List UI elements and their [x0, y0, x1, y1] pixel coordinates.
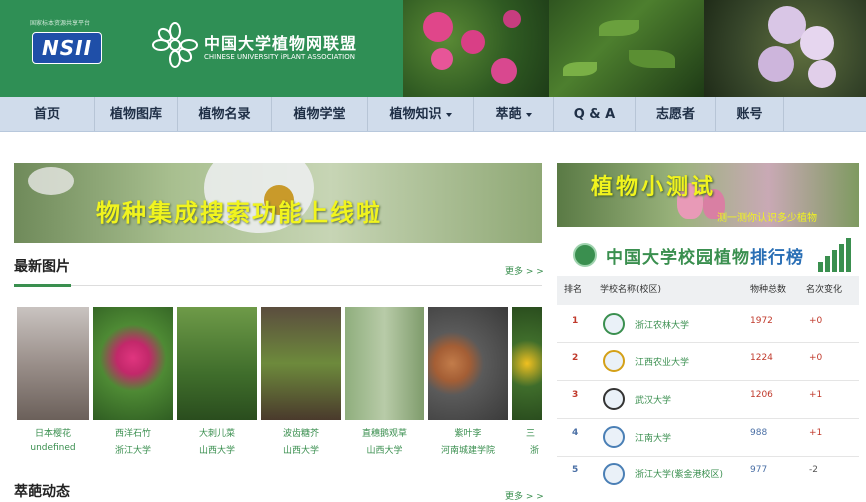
- latest-more-link[interactable]: 更多 > >: [505, 264, 544, 277]
- thumb-name[interactable]: 西洋石竹: [93, 426, 173, 439]
- section-title-underline: [14, 284, 71, 287]
- thumb-image[interactable]: [428, 307, 508, 420]
- rank-change: -2: [809, 465, 818, 475]
- feature-banner[interactable]: 物种集成搜索功能上线啦: [14, 163, 542, 243]
- nav-plant-school[interactable]: 植物学堂: [272, 97, 368, 131]
- site-header: 国家标本资源共享平台 NSII 中国大学植物网联盟 CHINESE UNIVER…: [0, 0, 866, 97]
- rank-change: +0: [809, 316, 823, 326]
- school-logo-icon: [603, 313, 625, 335]
- rank-change: +0: [809, 353, 823, 363]
- site-subtitle: CHINESE UNIVERSITY iPLANT ASSOCIATION: [204, 53, 355, 61]
- rank-number: 1: [572, 316, 579, 326]
- bar-chart-icon: [818, 238, 851, 272]
- col-count: 物种总数: [750, 285, 787, 295]
- thumb-school: undefined: [30, 443, 76, 453]
- species-count: 1224: [750, 353, 773, 363]
- nav-cuipa[interactable]: 萃葩: [474, 97, 554, 131]
- nav-cuipa-label: 萃葩: [495, 107, 522, 122]
- nav-plant-list[interactable]: 植物名录: [178, 97, 272, 131]
- school-logo-icon: [603, 463, 625, 485]
- header-photo-lilac: [704, 0, 866, 97]
- rank-number: 5: [572, 465, 579, 475]
- thumb-image[interactable]: [93, 307, 173, 420]
- thumb-name[interactable]: 紫叶李: [428, 426, 508, 439]
- col-rank: 排名: [564, 285, 583, 295]
- species-count: 1972: [750, 316, 773, 326]
- thumb-name[interactable]: 三: [526, 426, 535, 439]
- thumb-school: 山西大学: [198, 446, 235, 456]
- thumb-name[interactable]: 日本樱花: [17, 426, 89, 439]
- table-row[interactable]: 3 武汉大学 1206 +1: [557, 381, 859, 419]
- flower-logo-icon[interactable]: [152, 22, 198, 68]
- chevron-down-icon: [445, 112, 452, 117]
- table-row[interactable]: 1 浙江农林大学 1972 +0: [557, 305, 859, 343]
- col-school: 学校名称(校区): [600, 285, 662, 295]
- thumb-image[interactable]: [345, 307, 424, 420]
- school-name[interactable]: 武汉大学: [635, 393, 671, 406]
- quiz-subtitle: 测一测你认识多少植物: [717, 213, 817, 224]
- ranking-table-header: 排名 学校名称(校区) 物种总数 名次变化: [557, 276, 859, 305]
- quiz-title: 植物小测试: [591, 175, 717, 200]
- thumb-image[interactable]: [512, 307, 542, 420]
- school-logo-icon: [603, 388, 625, 410]
- table-row[interactable]: 2 江西农业大学 1224 +0: [557, 343, 859, 381]
- thumb-school: 山西大学: [282, 446, 319, 456]
- species-count: 1206: [750, 390, 773, 400]
- school-logo-icon: [603, 350, 625, 372]
- nsii-logo-link[interactable]: 国家标本资源共享平台 NSII: [30, 18, 104, 64]
- ranking-title-accent: 排行榜: [750, 248, 804, 268]
- thumb-name[interactable]: 波齿糖芥: [261, 426, 341, 439]
- thumb-school: 河南城建学院: [440, 446, 495, 456]
- nav-plant-knowledge-label: 植物知识: [389, 107, 442, 122]
- ranking-logo-icon: [573, 243, 597, 267]
- table-row[interactable]: 5 浙江大学(紫金港校区) 977 -2: [557, 457, 859, 494]
- nav-account[interactable]: 账号: [716, 97, 784, 131]
- latest-images-title: 最新图片: [14, 259, 70, 275]
- table-row[interactable]: 4 江南大学 988 +1: [557, 419, 859, 457]
- nav-plant-gallery[interactable]: 植物图库: [95, 97, 178, 131]
- nsii-logo: NSII: [32, 32, 102, 64]
- thumb-school: 山西大学: [366, 446, 403, 456]
- rank-change: +1: [809, 428, 823, 438]
- rank-number: 2: [572, 353, 579, 363]
- nav-volunteer[interactable]: 志愿者: [636, 97, 716, 131]
- school-name[interactable]: 浙江大学(紫金港校区): [635, 467, 723, 480]
- thumb-school: 浙: [530, 446, 540, 456]
- nav-home[interactable]: 首页: [0, 97, 95, 131]
- news-title: 萃葩动态: [14, 484, 70, 500]
- species-count: 977: [750, 465, 768, 475]
- col-change: 名次变化: [806, 285, 843, 295]
- thumb-image[interactable]: [177, 307, 257, 420]
- school-name[interactable]: 浙江农林大学: [635, 318, 689, 331]
- plant-quiz-banner[interactable]: 植物小测试 测一测你认识多少植物: [557, 163, 859, 227]
- ranking-title-plain: 中国大学校园植物: [606, 248, 750, 268]
- divider: [14, 285, 542, 286]
- nav-plant-knowledge[interactable]: 植物知识: [368, 97, 474, 131]
- site-title[interactable]: 中国大学植物网联盟: [204, 30, 357, 54]
- thumb-school: 浙江大学: [114, 446, 151, 456]
- banner-text: 物种集成搜索功能上线啦: [96, 199, 382, 227]
- thumb-image[interactable]: [17, 307, 89, 420]
- chevron-down-icon: [525, 112, 532, 117]
- news-more-link[interactable]: 更多 > >: [505, 489, 544, 502]
- thumb-name[interactable]: 直穗鹅观草: [345, 426, 424, 439]
- main-nav: 首页 植物图库 植物名录 植物学堂 植物知识 萃葩 Q & A 志愿者 账号: [0, 97, 866, 132]
- nsii-logo-text: NSII: [41, 36, 93, 60]
- header-photo-leaves: [549, 0, 704, 97]
- thumb-name[interactable]: 大刺儿菜: [177, 426, 257, 439]
- school-logo-icon: [603, 426, 625, 448]
- header-photo-pink-flowers: [403, 0, 549, 97]
- thumb-image[interactable]: [261, 307, 341, 420]
- nsii-small-text: 国家标本资源共享平台: [30, 20, 91, 27]
- species-count: 988: [750, 428, 768, 438]
- rank-number: 4: [572, 428, 579, 438]
- rank-number: 3: [572, 390, 579, 400]
- school-name[interactable]: 江西农业大学: [635, 355, 689, 368]
- rank-change: +1: [809, 390, 823, 400]
- nav-qa[interactable]: Q & A: [554, 97, 636, 131]
- school-name[interactable]: 江南大学: [635, 431, 671, 444]
- ranking-title: 中国大学校园植物排行榜: [606, 243, 804, 268]
